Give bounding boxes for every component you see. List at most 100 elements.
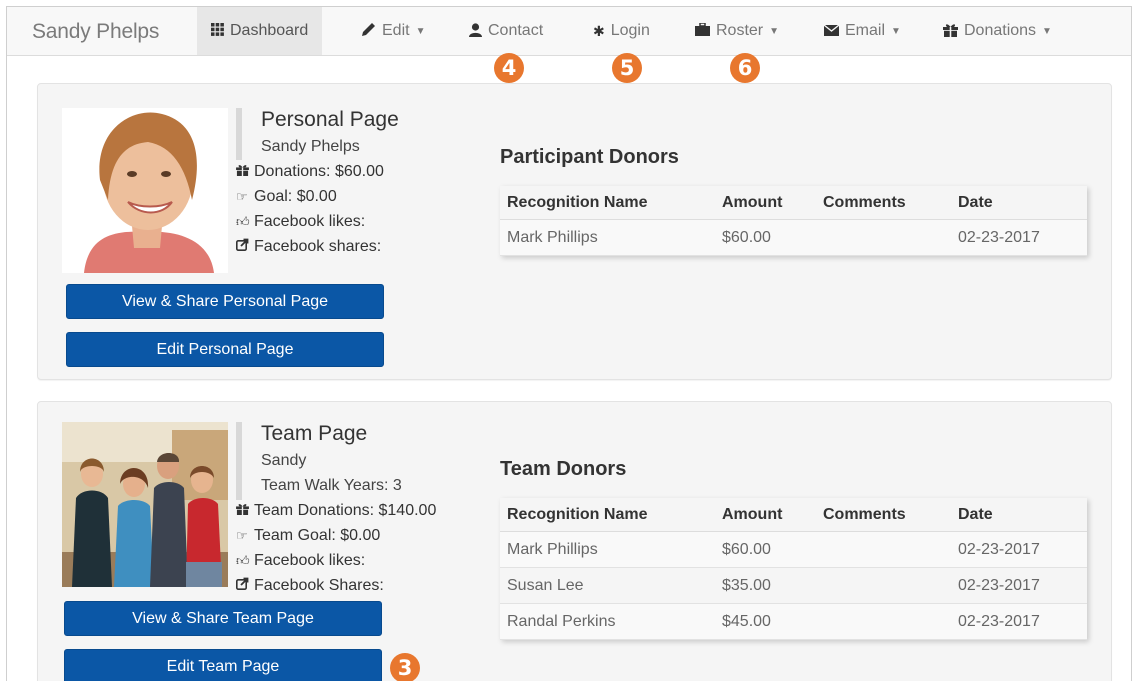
donor-name: Mark Phillips	[507, 229, 598, 246]
table-row: Susan Lee $35.00 02-23-2017	[500, 568, 1087, 604]
team-page-title: Team Page	[261, 422, 368, 445]
edit-personal-page-button[interactable]: Edit Personal Page	[66, 332, 384, 367]
donor-name: Randal Perkins	[507, 613, 616, 630]
donor-name: Susan Lee	[507, 577, 584, 594]
nav-roster[interactable]: Roster ▼	[681, 7, 793, 55]
nav-donations[interactable]: Donations ▼	[929, 7, 1066, 55]
table-header: Recognition Name Amount Comments Date	[500, 186, 1087, 220]
nav-login-label: Login	[610, 22, 650, 39]
team-photo	[62, 422, 228, 587]
personal-goal-stat: ☞ Goal: $0.00	[236, 188, 337, 206]
nav-dashboard-label: Dashboard	[230, 22, 309, 39]
asterisk-icon: ✱	[593, 22, 605, 39]
pencil-icon	[361, 22, 376, 40]
nav-edit-label: Edit	[382, 22, 410, 39]
participant-donors-table: Recognition Name Amount Comments Date Ma…	[500, 186, 1087, 256]
personal-fb-shares-value: Facebook shares:	[254, 238, 382, 255]
team-page-panel: Team Page Sandy Team Walk Years: 3 Team …	[37, 401, 1112, 681]
team-goal-stat: ☞ Team Goal: $0.00	[236, 527, 380, 545]
envelope-icon	[823, 23, 840, 39]
nav-email[interactable]: Email ▼	[810, 7, 915, 55]
briefcase-icon	[695, 22, 710, 39]
nav-edit[interactable]: Edit ▼	[347, 7, 439, 55]
team-fb-likes-value: Facebook likes:	[254, 552, 366, 569]
grid-icon	[211, 23, 224, 39]
nav-login[interactable]: ✱ Login	[579, 7, 664, 55]
table-header: Recognition Name Amount Comments Date	[500, 498, 1087, 532]
caret-down-icon: ▼	[415, 25, 426, 37]
hand-point-right-icon: ☞	[236, 189, 248, 204]
gift-icon	[236, 503, 254, 518]
donor-amount: $60.00	[722, 229, 771, 246]
participant-donors-title: Participant Donors	[500, 146, 679, 168]
col-amount[interactable]: Amount	[722, 194, 782, 212]
nav-dashboard[interactable]: Dashboard	[197, 7, 323, 55]
nav-donations-label: Donations	[964, 22, 1037, 39]
team-donors-table: Recognition Name Amount Comments Date Ma…	[500, 498, 1087, 640]
col-date[interactable]: Date	[958, 506, 993, 524]
donor-date: 02-23-2017	[958, 541, 1040, 558]
donor-amount: $35.00	[722, 577, 771, 594]
personal-goal-value: Goal: $0.00	[254, 188, 337, 205]
col-comments[interactable]: Comments	[823, 506, 906, 524]
gift-icon	[236, 164, 254, 179]
personal-donations-stat: Donations: $60.00	[236, 163, 384, 181]
donor-date: 02-23-2017	[958, 577, 1040, 594]
nav-contact[interactable]: Contact	[455, 7, 557, 55]
top-navbar: Sandy Phelps Dashboard Edit ▼ Contact ✱ …	[7, 7, 1131, 56]
nav-roster-label: Roster	[716, 22, 764, 39]
col-date[interactable]: Date	[958, 194, 993, 212]
table-row: Randal Perkins $45.00 02-23-2017	[500, 604, 1087, 640]
team-donations-value: Team Donations: $140.00	[254, 502, 437, 519]
gift-icon	[943, 23, 958, 40]
callout-badge-edit-team: 3	[390, 653, 420, 681]
hand-point-right-icon: ☞	[236, 528, 248, 543]
view-share-personal-page-button[interactable]: View & Share Personal Page	[66, 284, 384, 319]
team-fb-shares-stat: Facebook Shares:	[236, 577, 384, 595]
donor-date: 02-23-2017	[958, 229, 1040, 246]
personal-fb-likes-stat: 👍︎ Facebook likes:	[236, 213, 365, 231]
thumbs-up-icon: 👍︎	[236, 214, 250, 229]
personal-fb-shares-stat: Facebook shares:	[236, 238, 381, 256]
view-share-team-page-button[interactable]: View & Share Team Page	[64, 601, 382, 636]
team-fb-likes-stat: 👍︎ Facebook likes:	[236, 552, 365, 570]
table-row: Mark Phillips $60.00 02-23-2017	[500, 220, 1087, 256]
callout-badge-login: 5	[612, 53, 642, 83]
share-icon	[236, 238, 254, 254]
info-divider	[236, 108, 242, 160]
personal-fb-likes-value: Facebook likes:	[254, 213, 366, 230]
personal-page-title: Personal Page	[261, 108, 399, 131]
nav-contact-label: Contact	[488, 22, 544, 39]
share-icon	[236, 577, 254, 593]
col-amount[interactable]: Amount	[722, 506, 782, 524]
personal-name: Sandy Phelps	[261, 138, 360, 155]
brand-name[interactable]: Sandy Phelps	[32, 20, 159, 44]
personal-page-panel: Personal Page Sandy Phelps Donations: $6…	[37, 83, 1112, 380]
team-goal-value: Team Goal: $0.00	[254, 527, 381, 544]
col-comments[interactable]: Comments	[823, 194, 906, 212]
personal-donations-value: Donations: $60.00	[254, 163, 384, 180]
table-row: Mark Phillips $60.00 02-23-2017	[500, 532, 1087, 568]
donor-amount: $60.00	[722, 541, 771, 558]
donor-date: 02-23-2017	[958, 613, 1040, 630]
team-fb-shares-value: Facebook Shares:	[254, 577, 384, 594]
caret-down-icon: ▼	[891, 25, 901, 37]
edit-team-page-button[interactable]: Edit Team Page	[64, 649, 382, 681]
donor-amount: $45.00	[722, 613, 771, 630]
callout-badge-roster: 6	[730, 53, 760, 83]
col-recognition-name[interactable]: Recognition Name	[507, 194, 647, 212]
caret-down-icon: ▼	[1042, 25, 1052, 37]
personal-photo	[62, 108, 228, 273]
app-frame: Sandy Phelps Dashboard Edit ▼ Contact ✱ …	[6, 6, 1132, 681]
team-donors-title: Team Donors	[500, 458, 627, 480]
team-name: Sandy	[261, 452, 307, 469]
user-icon	[469, 22, 482, 40]
thumbs-up-icon: 👍︎	[236, 553, 250, 568]
caret-down-icon: ▼	[769, 25, 780, 37]
team-donations-stat: Team Donations: $140.00	[236, 502, 436, 520]
info-divider	[236, 422, 242, 500]
col-recognition-name[interactable]: Recognition Name	[507, 506, 647, 524]
callout-badge-contact: 4	[494, 53, 524, 83]
donor-name: Mark Phillips	[507, 541, 598, 558]
nav-email-label: Email	[845, 22, 886, 39]
